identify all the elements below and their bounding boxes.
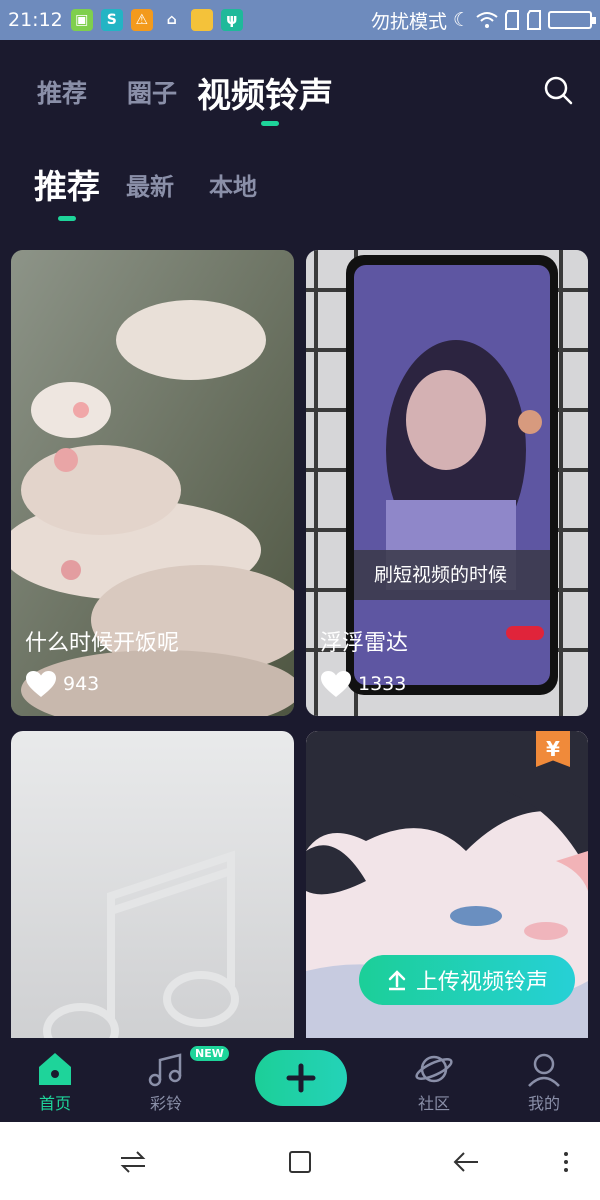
create-button[interactable] bbox=[255, 1050, 347, 1106]
top-tabs: 推荐 圈子 视频铃声 bbox=[0, 40, 600, 140]
notification-app-icon: ▣ bbox=[70, 9, 93, 31]
card-title: 浮浮雷达 bbox=[320, 631, 409, 656]
video-overlay-caption: 刷短视频的时候 bbox=[374, 564, 508, 586]
tab-recommend[interactable]: 推荐 bbox=[37, 74, 87, 110]
system-nav-bar bbox=[0, 1122, 600, 1200]
nav-label: 首页 bbox=[38, 1094, 71, 1113]
bottom-nav: 首页 彩铃 NEW 社区 我的 bbox=[0, 1038, 600, 1122]
usb-icon: ψ bbox=[220, 9, 243, 31]
planet-icon bbox=[415, 1055, 453, 1083]
card-title: 什么时候开饭呢 bbox=[25, 631, 180, 656]
card-likes: 943 bbox=[25, 670, 99, 698]
switch-apps-icon[interactable] bbox=[115, 1144, 151, 1180]
sim2-icon bbox=[527, 10, 541, 30]
nav-home[interactable]: 首页 bbox=[15, 1048, 95, 1114]
video-card[interactable]: 什么时候开饭呢 943 bbox=[11, 250, 294, 716]
dnd-mode-label: 勿扰模式 bbox=[370, 10, 447, 33]
battery-icon bbox=[548, 11, 596, 29]
like-count: 1333 bbox=[358, 673, 407, 695]
upload-button-label: 上传视频铃声 bbox=[415, 970, 548, 995]
nav-label: 彩铃 bbox=[149, 1094, 182, 1113]
heart-icon[interactable] bbox=[320, 670, 352, 698]
back-arrow-icon[interactable] bbox=[448, 1144, 484, 1180]
plus-icon bbox=[286, 1063, 316, 1093]
tab-video-ringtone[interactable]: 视频铃声 bbox=[197, 68, 333, 117]
upload-icon bbox=[388, 970, 406, 991]
music-icon bbox=[148, 1053, 182, 1087]
video-card[interactable]: 刷短视频的时候 浮浮雷达 1333 bbox=[306, 250, 588, 716]
folder-icon bbox=[190, 9, 213, 31]
wifi-icon bbox=[476, 12, 498, 28]
sim1-icon bbox=[505, 10, 519, 30]
status-bar: 21:12 ▣ S ⚠ ⌂ ψ 勿扰模式 ☾ bbox=[0, 0, 600, 40]
card-likes: 1333 bbox=[320, 670, 406, 698]
subtab-local[interactable]: 本地 bbox=[209, 167, 257, 202]
nav-community[interactable]: 社区 bbox=[394, 1048, 474, 1114]
nav-label: 社区 bbox=[417, 1094, 450, 1113]
music-note-icon bbox=[43, 850, 239, 1038]
warning-icon: ⚠ bbox=[130, 9, 153, 31]
more-menu-icon[interactable] bbox=[548, 1144, 584, 1180]
notification-sync-icon: S bbox=[100, 9, 123, 31]
tab-circle[interactable]: 圈子 bbox=[127, 74, 177, 110]
home-square-icon[interactable] bbox=[282, 1144, 318, 1180]
top-tab-indicator bbox=[261, 121, 279, 126]
heart-icon[interactable] bbox=[25, 670, 57, 698]
like-count: 943 bbox=[63, 673, 100, 695]
moon-icon: ☾ bbox=[452, 9, 470, 31]
subtab-latest[interactable]: 最新 bbox=[126, 167, 174, 202]
home-icon bbox=[39, 1053, 71, 1085]
nav-profile[interactable]: 我的 bbox=[504, 1048, 584, 1114]
broom-icon: ⌂ bbox=[166, 12, 177, 28]
nav-label: 我的 bbox=[527, 1094, 560, 1113]
video-card[interactable] bbox=[11, 731, 294, 1038]
new-badge: NEW bbox=[190, 1046, 229, 1061]
upload-video-ringtone-button[interactable]: 上传视频铃声 bbox=[359, 955, 575, 1005]
search-icon[interactable] bbox=[542, 74, 574, 106]
subtab-recommend[interactable]: 推荐 bbox=[34, 160, 100, 208]
user-icon bbox=[528, 1053, 560, 1087]
subtab-indicator bbox=[58, 216, 76, 221]
status-time: 21:12 bbox=[8, 9, 63, 31]
